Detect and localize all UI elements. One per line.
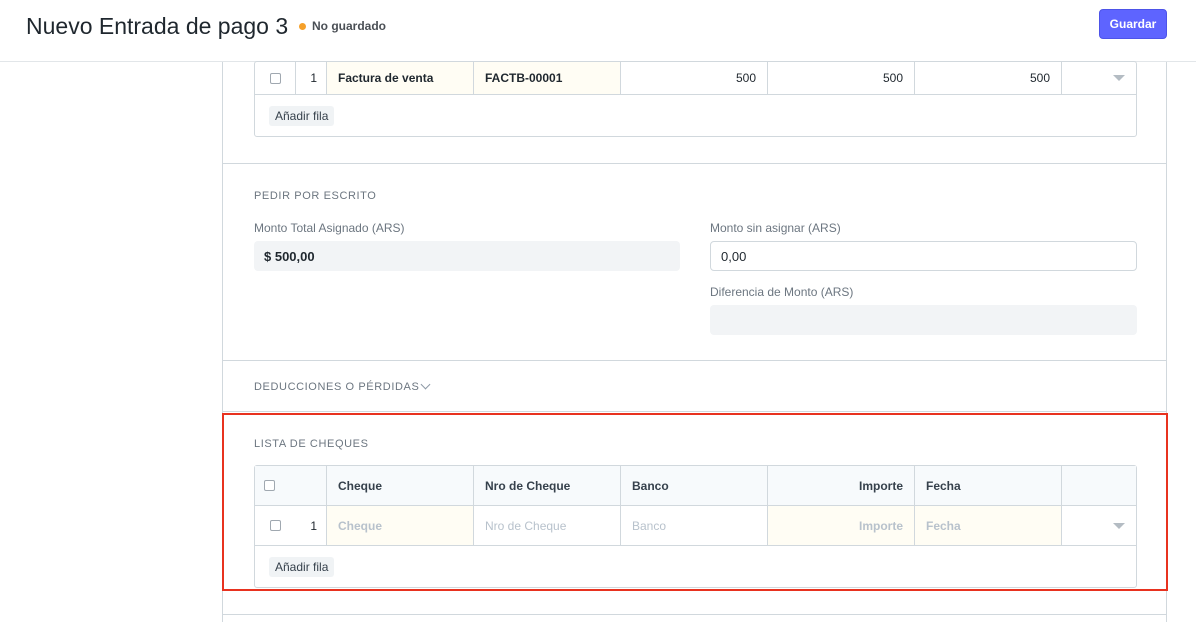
section-title-cheques: LISTA DE CHEQUES [254,438,369,450]
column-header-actions [1062,466,1137,505]
row-index: 1 [296,62,327,94]
row-checkbox[interactable] [269,72,281,84]
row-checkbox[interactable] [270,520,281,531]
column-header-bank: Banco [621,466,768,505]
column-header-number: Nro de Cheque [474,466,621,505]
select-all-cell [255,466,327,505]
add-row-button[interactable]: Añadir fila [269,557,335,577]
page-title: Nuevo Entrada de pago 3 [26,13,289,39]
add-row-button[interactable]: Añadir fila [269,106,335,126]
unallocated-label: Monto sin asignar (ARS) [710,221,841,235]
amount-cell[interactable]: Importe [768,506,915,545]
date-cell[interactable]: Fecha [915,506,1062,545]
chevron-down-icon[interactable] [420,379,431,390]
row-index: 1 [296,506,327,545]
bank-cell[interactable]: Banco [621,506,768,545]
table-row[interactable]: 1 Cheque Nro de Cheque Banco Importe Fec… [255,506,1136,546]
total-allocated-value: $ 500,00 [254,241,680,271]
unallocated-amount-input[interactable]: 0,00 [710,241,1137,271]
unsaved-dot-icon [299,22,306,30]
reference-name-cell[interactable]: FACTB-00001 [474,62,621,94]
column-header-amount: Importe [768,466,915,505]
section-divider [223,614,1166,615]
section-title-deductions[interactable]: DEDUCCIONES O PÉRDIDAS [254,381,419,393]
difference-label: Diferencia de Monto (ARS) [710,285,854,299]
table-header-row: Cheque Nro de Cheque Banco Importe Fecha [255,466,1136,506]
allocated-amount-cell[interactable]: 500 [915,62,1062,94]
select-all-checkbox[interactable] [264,480,275,491]
section-title-write-off: PEDIR POR ESCRITO [254,190,377,202]
section-divider [223,360,1166,361]
table-row[interactable]: 1 Factura de venta FACTB-00001 500 500 5… [255,62,1136,95]
form-body: 1 Factura de venta FACTB-00001 500 500 5… [222,61,1167,622]
difference-amount-value [710,305,1137,335]
column-header-date: Fecha [915,466,1062,505]
row-edit-cell[interactable] [1062,62,1137,94]
status-text: No guardado [312,19,386,33]
save-button[interactable]: Guardar [1099,9,1167,39]
chevron-down-icon[interactable] [1113,75,1125,81]
reference-type-cell[interactable]: Factura de venta [327,62,474,94]
references-table: 1 Factura de venta FACTB-00001 500 500 5… [254,61,1137,137]
outstanding-amount-cell[interactable]: 500 [768,62,915,94]
status-indicator: No guardado [299,19,386,33]
total-amount-cell[interactable]: 500 [621,62,768,94]
row-edit-cell[interactable] [1062,506,1137,545]
cheque-cell[interactable]: Cheque [327,506,474,545]
cheque-number-cell[interactable]: Nro de Cheque [474,506,621,545]
grid-footer: Añadir fila [255,95,1136,136]
page-header: Nuevo Entrada de pago 3 No guardado Guar… [0,0,1196,62]
chevron-down-icon[interactable] [1113,522,1125,529]
column-header-cheque: Cheque [327,466,474,505]
row-checkbox-cell [255,62,296,94]
cheques-table: Cheque Nro de Cheque Banco Importe Fecha… [254,465,1137,588]
total-allocated-label: Monto Total Asignado (ARS) [254,221,405,235]
grid-footer: Añadir fila [255,546,1136,587]
section-divider [223,163,1166,164]
section-divider [223,411,1166,412]
row-checkbox-cell [255,506,296,545]
